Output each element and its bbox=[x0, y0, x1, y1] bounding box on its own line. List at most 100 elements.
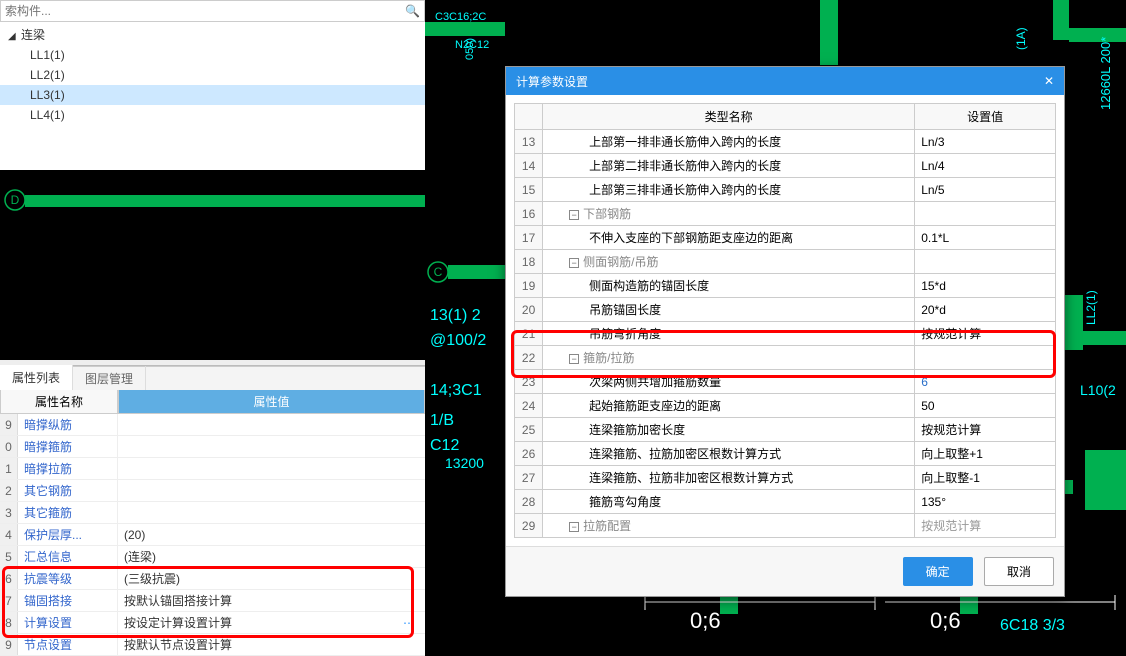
param-row[interactable]: 23次梁两侧共增加箍筋数量6 bbox=[515, 370, 1056, 394]
svg-text:6C18 3/3: 6C18 3/3 bbox=[1000, 617, 1065, 634]
search-input[interactable] bbox=[5, 4, 405, 18]
prop-name: 节点设置 bbox=[18, 634, 118, 655]
param-value[interactable] bbox=[915, 250, 1056, 274]
param-value[interactable]: 向上取整+1 bbox=[915, 442, 1056, 466]
cancel-button[interactable]: 取消 bbox=[984, 557, 1054, 586]
prop-value[interactable]: (三级抗震) bbox=[118, 568, 425, 589]
prop-name: 锚固搭接 bbox=[18, 590, 118, 611]
property-row[interactable]: 8计算设置按设定计算设置计算⋯ bbox=[0, 612, 425, 634]
row-num: 18 bbox=[515, 250, 543, 274]
prop-value[interactable]: (连梁) bbox=[118, 546, 425, 567]
param-row[interactable]: 14上部第二排非通长筋伸入跨内的长度Ln/4 bbox=[515, 154, 1056, 178]
param-value[interactable]: 50 bbox=[915, 394, 1056, 418]
param-value[interactable]: 20*d bbox=[915, 298, 1056, 322]
property-row[interactable]: 9暗撑纵筋 bbox=[0, 414, 425, 436]
prop-value[interactable]: (20) bbox=[118, 524, 425, 545]
param-row[interactable]: 29−拉筋配置按规范计算 bbox=[515, 514, 1056, 538]
property-row[interactable]: 6抗震等级(三级抗震) bbox=[0, 568, 425, 590]
property-row[interactable]: 4保护层厚...(20) bbox=[0, 524, 425, 546]
prop-value[interactable] bbox=[118, 458, 425, 479]
param-name: 吊筋弯折角度 bbox=[543, 322, 915, 346]
param-row[interactable]: 21吊筋弯折角度按规范计算 bbox=[515, 322, 1056, 346]
param-value[interactable]: Ln/5 bbox=[915, 178, 1056, 202]
collapse-icon[interactable]: − bbox=[569, 210, 579, 220]
row-num: 6 bbox=[0, 568, 18, 589]
params-table: 类型名称 设置值 13上部第一排非通长筋伸入跨内的长度Ln/314上部第二排非通… bbox=[514, 103, 1056, 538]
search-icon: 🔍 bbox=[405, 4, 420, 18]
property-row[interactable]: 5汇总信息(连梁) bbox=[0, 546, 425, 568]
svg-text:0;6: 0;6 bbox=[930, 608, 961, 633]
prop-value[interactable] bbox=[118, 502, 425, 523]
property-row[interactable]: 2其它钢筋 bbox=[0, 480, 425, 502]
param-value[interactable] bbox=[915, 202, 1056, 226]
param-row[interactable]: 13上部第一排非通长筋伸入跨内的长度Ln/3 bbox=[515, 130, 1056, 154]
param-value[interactable]: 15*d bbox=[915, 274, 1056, 298]
collapse-icon[interactable]: − bbox=[569, 354, 579, 364]
property-row[interactable]: 9节点设置按默认节点设置计算 bbox=[0, 634, 425, 656]
param-row[interactable]: 27连梁箍筋、拉筋非加密区根数计算方式向上取整-1 bbox=[515, 466, 1056, 490]
param-row[interactable]: 26连梁箍筋、拉筋加密区根数计算方式向上取整+1 bbox=[515, 442, 1056, 466]
param-name: 侧面构造筋的锚固长度 bbox=[543, 274, 915, 298]
collapse-icon[interactable]: − bbox=[569, 522, 579, 532]
tree-item[interactable]: LL2(1) bbox=[0, 65, 425, 85]
param-value[interactable] bbox=[915, 346, 1056, 370]
prop-value[interactable] bbox=[118, 480, 425, 501]
param-row[interactable]: 18−侧面钢筋/吊筋 bbox=[515, 250, 1056, 274]
row-num: 0 bbox=[0, 436, 18, 457]
tab-layers[interactable]: 图层管理 bbox=[73, 366, 146, 391]
row-num: 14 bbox=[515, 154, 543, 178]
tree-group-label: 连梁 bbox=[21, 28, 45, 42]
prop-name: 其它箍筋 bbox=[18, 502, 118, 523]
param-row[interactable]: 17不伸入支座的下部钢筋距支座边的距离0.1*L bbox=[515, 226, 1056, 250]
tree-item[interactable]: LL1(1) bbox=[0, 45, 425, 65]
ellipsis-button[interactable]: ⋯ bbox=[403, 616, 419, 630]
svg-text:L10(2: L10(2 bbox=[1080, 382, 1116, 398]
param-value[interactable]: 按规范计算 bbox=[915, 322, 1056, 346]
param-value[interactable]: 按规范计算 bbox=[915, 418, 1056, 442]
svg-text:0;6: 0;6 bbox=[690, 608, 721, 633]
param-row[interactable]: 25连梁箍筋加密长度按规范计算 bbox=[515, 418, 1056, 442]
param-value[interactable]: 按规范计算 bbox=[915, 514, 1056, 538]
row-num: 23 bbox=[515, 370, 543, 394]
tree-group[interactable]: ◢ 连梁 bbox=[0, 24, 425, 45]
row-num: 16 bbox=[515, 202, 543, 226]
param-row[interactable]: 16−下部钢筋 bbox=[515, 202, 1056, 226]
dialog-titlebar[interactable]: 计算参数设置 ✕ bbox=[506, 67, 1064, 95]
property-row[interactable]: 1暗撑拉筋 bbox=[0, 458, 425, 480]
param-row[interactable]: 22−箍筋/拉筋 bbox=[515, 346, 1056, 370]
svg-text:@100/2: @100/2 bbox=[430, 332, 486, 349]
param-row[interactable]: 19侧面构造筋的锚固长度15*d bbox=[515, 274, 1056, 298]
param-row[interactable]: 24起始箍筋距支座边的距离50 bbox=[515, 394, 1056, 418]
param-row[interactable]: 28箍筋弯勾角度135° bbox=[515, 490, 1056, 514]
param-row[interactable]: 15上部第三排非通长筋伸入跨内的长度Ln/5 bbox=[515, 178, 1056, 202]
param-value[interactable]: 135° bbox=[915, 490, 1056, 514]
component-tree: ◢ 连梁 LL1(1)LL2(1)LL3(1)LL4(1) bbox=[0, 22, 425, 170]
svg-text:(1A): (1A) bbox=[1014, 27, 1028, 50]
prop-value[interactable] bbox=[118, 414, 425, 435]
param-value[interactable]: 向上取整-1 bbox=[915, 466, 1056, 490]
ok-button[interactable]: 确定 bbox=[903, 557, 973, 586]
tree-item[interactable]: LL3(1) bbox=[0, 85, 425, 105]
prop-value[interactable]: 按设定计算设置计算⋯ bbox=[118, 612, 425, 633]
param-value[interactable]: Ln/4 bbox=[915, 154, 1056, 178]
param-value[interactable]: 0.1*L bbox=[915, 226, 1056, 250]
param-row[interactable]: 20吊筋锚固长度20*d bbox=[515, 298, 1056, 322]
row-num: 28 bbox=[515, 490, 543, 514]
row-num: 7 bbox=[0, 590, 18, 611]
param-name: 不伸入支座的下部钢筋距支座边的距离 bbox=[543, 226, 915, 250]
param-value[interactable]: Ln/3 bbox=[915, 130, 1056, 154]
property-row[interactable]: 7锚固搭接按默认锚固搭接计算 bbox=[0, 590, 425, 612]
property-row[interactable]: 3其它箍筋 bbox=[0, 502, 425, 524]
tab-properties[interactable]: 属性列表 bbox=[0, 365, 73, 392]
prop-value[interactable] bbox=[118, 436, 425, 457]
param-name: 上部第二排非通长筋伸入跨内的长度 bbox=[543, 154, 915, 178]
search-box[interactable]: 🔍 bbox=[0, 0, 425, 22]
param-value[interactable]: 6 bbox=[915, 370, 1056, 394]
row-num: 9 bbox=[0, 414, 18, 435]
property-row[interactable]: 0暗撑箍筋 bbox=[0, 436, 425, 458]
tree-item[interactable]: LL4(1) bbox=[0, 105, 425, 125]
collapse-icon[interactable]: − bbox=[569, 258, 579, 268]
close-icon[interactable]: ✕ bbox=[1044, 74, 1054, 88]
prop-value[interactable]: 按默认节点设置计算 bbox=[118, 634, 425, 655]
prop-value[interactable]: 按默认锚固搭接计算 bbox=[118, 590, 425, 611]
